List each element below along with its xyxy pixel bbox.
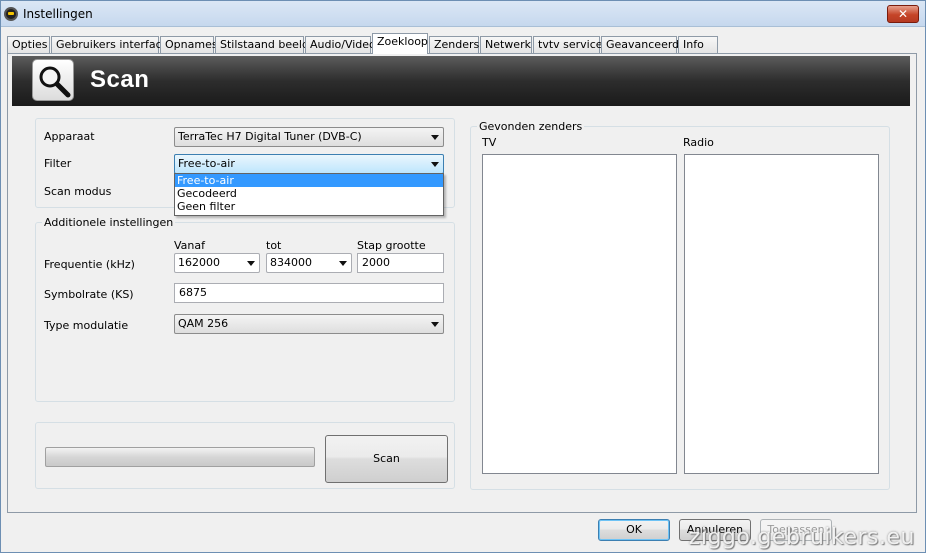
- frequency-from-value: 162000: [178, 256, 220, 269]
- tab-info[interactable]: Info: [678, 36, 718, 54]
- filter-option-gecodeerd[interactable]: Gecodeerd: [175, 187, 443, 200]
- chevron-down-icon: [431, 162, 439, 167]
- filter-select[interactable]: Free-to-air: [174, 154, 444, 174]
- tab-stilstaand-beeld[interactable]: Stilstaand beeld: [215, 36, 309, 54]
- step-size-input[interactable]: 2000: [357, 253, 444, 273]
- close-button[interactable]: ✕: [887, 5, 919, 23]
- symbolrate-label: Symbolrate (KS): [44, 288, 134, 301]
- frequency-label: Frequentie (kHz): [44, 258, 135, 271]
- modulation-select[interactable]: QAM 256: [174, 314, 444, 334]
- tab-audio-video[interactable]: Audio/Video: [305, 36, 376, 54]
- tab-zenders[interactable]: Zenders: [429, 36, 479, 54]
- additional-settings-group: Additionele instellingen Vanaf tot Stap …: [35, 216, 455, 402]
- tab-netwerk[interactable]: Netwerk: [480, 36, 532, 54]
- tab-opnames[interactable]: Opnames: [160, 36, 218, 54]
- frequency-from-select[interactable]: 162000: [174, 253, 260, 273]
- additional-settings-legend: Additionele instellingen: [42, 216, 176, 229]
- chevron-down-icon: [431, 322, 439, 327]
- found-channels-legend: Gevonden zenders: [477, 120, 585, 133]
- page-title: Scan: [90, 66, 150, 93]
- magnifier-icon: [32, 59, 74, 101]
- window-title: Instellingen: [23, 7, 93, 21]
- watermark: ziggo.gebruikers.eu: [688, 525, 915, 550]
- chevron-down-icon: [431, 135, 439, 140]
- radio-list-label: Radio: [683, 136, 714, 149]
- app-icon[interactable]: [4, 7, 18, 21]
- filter-option-geen-filter[interactable]: Geen filter: [175, 200, 443, 213]
- device-select-value: TerraTec H7 Digital Tuner (DVB-C): [178, 130, 362, 143]
- symbolrate-input[interactable]: 6875: [174, 283, 444, 303]
- tab-gebruikers-interface[interactable]: Gebruikers interface: [51, 36, 168, 54]
- tab-opties[interactable]: Opties: [7, 36, 50, 54]
- filter-label: Filter: [44, 157, 72, 170]
- filter-option-free-to-air[interactable]: Free-to-air: [175, 174, 443, 187]
- radio-channel-list[interactable]: [684, 154, 879, 474]
- filter-select-value: Free-to-air: [178, 157, 235, 170]
- scan-progress-bar: [45, 447, 315, 467]
- device-label: Apparaat: [44, 130, 95, 143]
- scan-progress-group: Scan: [35, 422, 455, 489]
- ok-button[interactable]: OK: [598, 519, 670, 541]
- step-size-label: Stap grootte: [357, 239, 426, 252]
- frequency-to-value: 834000: [270, 256, 312, 269]
- title-bar[interactable]: Instellingen ✕: [1, 1, 925, 27]
- tv-list-label: TV: [482, 136, 497, 149]
- tab-panel-zoekloop: Scan Apparaat TerraTec H7 Digital Tuner …: [7, 53, 917, 513]
- tab-tvtv-service[interactable]: tvtv service: [533, 36, 603, 54]
- scan-mode-label: Scan modus: [44, 185, 112, 198]
- frequency-to-label: tot: [266, 239, 282, 252]
- scan-button[interactable]: Scan: [325, 435, 448, 483]
- modulation-label: Type modulatie: [44, 319, 129, 332]
- tab-zoekloop[interactable]: Zoekloop: [372, 33, 428, 54]
- modulation-select-value: QAM 256: [178, 317, 229, 330]
- found-channels-group: Gevonden zenders TV Radio: [470, 120, 890, 490]
- frequency-to-select[interactable]: 834000: [266, 253, 352, 273]
- chevron-down-icon: [339, 261, 347, 266]
- chevron-down-icon: [247, 261, 255, 266]
- tv-channel-list[interactable]: [482, 154, 677, 474]
- device-select[interactable]: TerraTec H7 Digital Tuner (DVB-C): [174, 127, 444, 147]
- header-banner: Scan: [12, 56, 910, 106]
- settings-window: Instellingen ✕ Opties Gebruikers interfa…: [0, 0, 926, 553]
- frequency-from-label: Vanaf: [174, 239, 205, 252]
- tab-geavanceerd[interactable]: Geavanceerd: [601, 36, 679, 54]
- filter-dropdown-list: Free-to-air Gecodeerd Geen filter: [174, 173, 444, 216]
